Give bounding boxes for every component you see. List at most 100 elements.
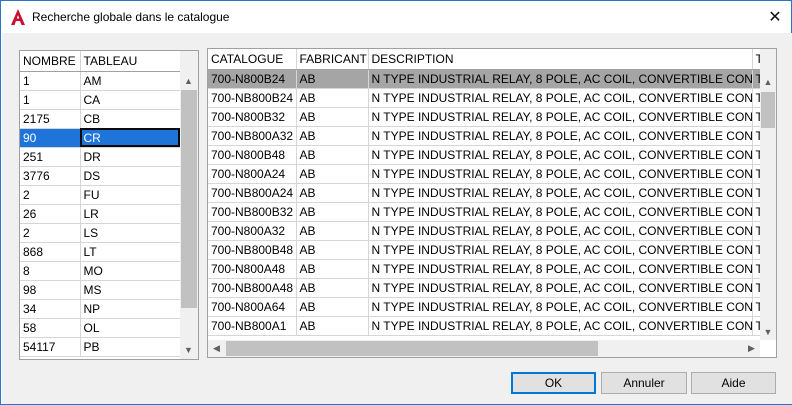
left_table-cell[interactable]: 58 bbox=[20, 318, 81, 338]
table-row[interactable]: 700-NB800A48 AB N TYPE INDUSTRIAL RELAY, 8… bbox=[208, 278, 760, 298]
right_table-cell[interactable]: N TYPE INDUSTRIAL RELAY, 8 POLE, AC COIL… bbox=[368, 126, 753, 146]
left_table-cell[interactable]: 2 bbox=[20, 185, 81, 205]
right_table-cell[interactable]: T bbox=[752, 297, 760, 317]
left_table-cell[interactable]: AM bbox=[80, 71, 180, 91]
left_table-cell[interactable]: 251 bbox=[20, 147, 81, 167]
scroll-down-arrow-icon[interactable]: ▼ bbox=[760, 323, 776, 340]
table-row[interactable]: 700-N800A32 AB N TYPE INDUSTRIAL RELAY, 8 … bbox=[208, 221, 760, 241]
left_table-cell[interactable]: CB bbox=[80, 109, 180, 129]
table-row[interactable]: 700-NB800A24 AB N TYPE INDUSTRIAL RELAY, 8… bbox=[208, 183, 760, 203]
table-row[interactable]: 2 LS bbox=[20, 223, 180, 243]
right_table-cell[interactable]: AB bbox=[296, 240, 369, 260]
right_table-cell[interactable]: N TYPE INDUSTRIAL RELAY, 8 POLE, AC COIL… bbox=[368, 88, 753, 108]
table-row[interactable]: 700-N800B24 AB N TYPE INDUSTRIAL RELAY, 8 … bbox=[208, 69, 760, 89]
right_table-cell[interactable]: AB bbox=[296, 202, 369, 222]
table-row[interactable]: 700-NB800B48 AB N TYPE INDUSTRIAL RELAY, 8… bbox=[208, 240, 760, 260]
left_table-cell[interactable]: 90 bbox=[20, 128, 81, 148]
left_table-cell[interactable]: 2 bbox=[20, 223, 81, 243]
right_table-cell[interactable]: T bbox=[752, 164, 760, 184]
right_table-cell[interactable]: T bbox=[752, 183, 760, 203]
left_table-cell[interactable]: LS bbox=[80, 223, 180, 243]
table-row[interactable]: 700-NB800B32 AB N TYPE INDUSTRIAL RELAY, 8… bbox=[208, 202, 760, 222]
table-row[interactable]: 1 AM bbox=[20, 71, 180, 91]
right_table-cell[interactable]: 700-NB800B24 bbox=[208, 88, 297, 108]
left_table-cell[interactable]: CR bbox=[80, 128, 180, 148]
table-row[interactable]: 58 OL bbox=[20, 318, 180, 338]
table-row[interactable]: 700-N800A64 AB N TYPE INDUSTRIAL RELAY, 8 … bbox=[208, 297, 760, 317]
column-header-description[interactable]: DESCRIPTION bbox=[368, 49, 753, 70]
column-header-fabricant[interactable]: FABRICANT bbox=[296, 49, 369, 70]
left_table-cell[interactable]: 1 bbox=[20, 90, 81, 110]
table-row[interactable]: 868 LT bbox=[20, 242, 180, 262]
cancel-button[interactable]: Annuler bbox=[601, 372, 687, 394]
table-row[interactable]: 2175 CB bbox=[20, 109, 180, 129]
right_table-cell[interactable]: T bbox=[752, 259, 760, 279]
right_table-cell[interactable]: N TYPE INDUSTRIAL RELAY, 8 POLE, AC COIL… bbox=[368, 240, 753, 260]
table-row[interactable]: 34 NP bbox=[20, 299, 180, 319]
right_table-cell[interactable]: N TYPE INDUSTRIAL RELAY, 8 POLE, AC COIL… bbox=[368, 164, 753, 184]
left_table-cell[interactable]: 2175 bbox=[20, 109, 81, 129]
right_table-cell[interactable]: N TYPE INDUSTRIAL RELAY, 8 POLE, AC COIL… bbox=[368, 297, 753, 317]
right_table-cell[interactable]: T bbox=[752, 69, 760, 89]
right_table-cell[interactable]: N TYPE INDUSTRIAL RELAY, 8 POLE, AC COIL… bbox=[368, 69, 753, 89]
left_table-cell[interactable]: 868 bbox=[20, 242, 81, 262]
scroll-up-arrow-icon[interactable]: ▲ bbox=[180, 72, 197, 89]
left_table-cell[interactable]: PB bbox=[80, 337, 180, 357]
right_table-cell[interactable]: N TYPE INDUSTRIAL RELAY, 8 POLE, AC COIL… bbox=[368, 259, 753, 279]
right-scroll-thumb[interactable] bbox=[761, 92, 775, 128]
table-row[interactable]: 251 DR bbox=[20, 147, 180, 167]
left_table-cell[interactable]: 3776 bbox=[20, 166, 81, 186]
right_table-cell[interactable]: AB bbox=[296, 316, 369, 336]
scroll-right-arrow-icon[interactable]: ▶ bbox=[743, 340, 760, 357]
left-vertical-scrollbar[interactable]: ▲ ▼ bbox=[180, 51, 198, 359]
right_table-cell[interactable]: AB bbox=[296, 278, 369, 298]
table-row[interactable]: 2 FU bbox=[20, 185, 180, 205]
left_table-cell[interactable]: 8 bbox=[20, 261, 81, 281]
right_table-cell[interactable]: 700-N800A24 bbox=[208, 164, 297, 184]
right_table-cell[interactable]: 700-NB800A24 bbox=[208, 183, 297, 203]
table-row[interactable]: 700-N800B48 AB N TYPE INDUSTRIAL RELAY, 8 … bbox=[208, 145, 760, 165]
left_table-cell[interactable]: 54117 bbox=[20, 337, 81, 357]
table-row[interactable]: 8 MO bbox=[20, 261, 180, 281]
scroll-left-arrow-icon[interactable]: ◀ bbox=[208, 340, 225, 357]
left_table-cell[interactable]: MO bbox=[80, 261, 180, 281]
left_table-cell[interactable]: LR bbox=[80, 204, 180, 224]
right_table-cell[interactable]: T bbox=[752, 221, 760, 241]
table-row[interactable]: 700-N800A24 AB N TYPE INDUSTRIAL RELAY, 8 … bbox=[208, 164, 760, 184]
right_table-cell[interactable]: T bbox=[752, 240, 760, 260]
right_table-cell[interactable]: AB bbox=[296, 183, 369, 203]
table-row[interactable]: 700-NB800A1 AB N TYPE INDUSTRIAL RELAY, 8 … bbox=[208, 316, 760, 336]
table-row[interactable]: 700-NB800A32 AB N TYPE INDUSTRIAL RELAY, 8… bbox=[208, 126, 760, 146]
left_table-cell[interactable]: 26 bbox=[20, 204, 81, 224]
table-row[interactable]: 54117 PB bbox=[20, 337, 180, 357]
right_table-cell[interactable]: T bbox=[752, 126, 760, 146]
horizontal-scroll-thumb[interactable] bbox=[226, 341, 598, 356]
table-row[interactable]: 700-N800B32 AB N TYPE INDUSTRIAL RELAY, 8 … bbox=[208, 107, 760, 127]
right_table-cell[interactable]: T bbox=[752, 278, 760, 298]
column-header-catalogue[interactable]: CATALOGUE bbox=[208, 49, 297, 70]
right_table-cell[interactable]: 700-N800B48 bbox=[208, 145, 297, 165]
left_table-cell[interactable]: 34 bbox=[20, 299, 81, 319]
right_table-cell[interactable]: AB bbox=[296, 69, 369, 89]
left-scroll-thumb[interactable] bbox=[181, 90, 197, 308]
column-header-nombre[interactable]: NOMBRE bbox=[20, 51, 81, 72]
table-row[interactable]: 700-N800A48 AB N TYPE INDUSTRIAL RELAY, 8 … bbox=[208, 259, 760, 279]
close-icon[interactable]: ✕ bbox=[761, 3, 789, 31]
table-row[interactable]: 1 CA bbox=[20, 90, 180, 110]
left_table-cell[interactable]: CA bbox=[80, 90, 180, 110]
right_table-cell[interactable]: AB bbox=[296, 126, 369, 146]
scroll-up-arrow-icon[interactable]: ▲ bbox=[760, 73, 776, 90]
right_table-cell[interactable]: N TYPE INDUSTRIAL RELAY, 8 POLE, AC COIL… bbox=[368, 221, 753, 241]
right_table-cell[interactable]: T bbox=[752, 316, 760, 336]
right_table-cell[interactable]: N TYPE INDUSTRIAL RELAY, 8 POLE, AC COIL… bbox=[368, 145, 753, 165]
scroll-down-arrow-icon[interactable]: ▼ bbox=[180, 341, 197, 358]
right_table-cell[interactable]: N TYPE INDUSTRIAL RELAY, 8 POLE, AC COIL… bbox=[368, 107, 753, 127]
left_table-cell[interactable]: OL bbox=[80, 318, 180, 338]
right_table-cell[interactable]: 700-N800A32 bbox=[208, 221, 297, 241]
table-row[interactable]: 90 CR bbox=[20, 128, 180, 148]
left_table-cell[interactable]: MS bbox=[80, 280, 180, 300]
right_table-cell[interactable]: T bbox=[752, 107, 760, 127]
right_table-cell[interactable]: AB bbox=[296, 88, 369, 108]
right_table-cell[interactable]: N TYPE INDUSTRIAL RELAY, 8 POLE, AC COIL… bbox=[368, 202, 753, 222]
left_table-cell[interactable]: NP bbox=[80, 299, 180, 319]
